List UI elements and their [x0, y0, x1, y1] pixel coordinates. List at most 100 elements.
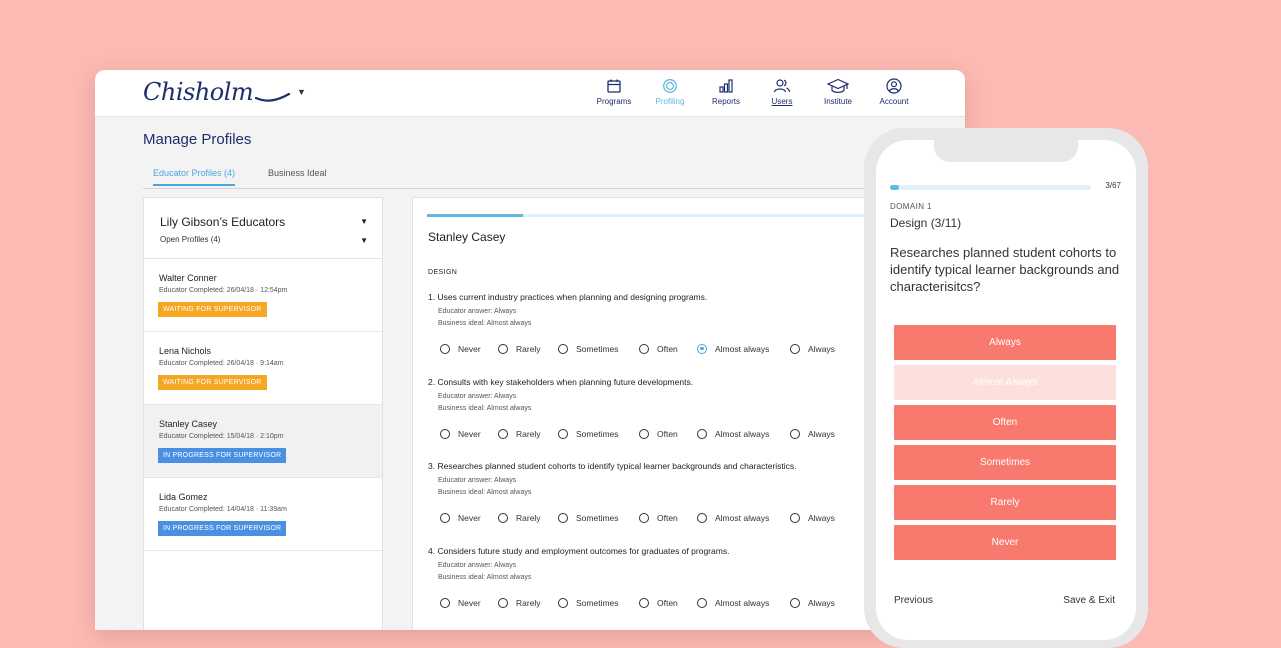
educator-item[interactable]: Lena Nichols Educator Completed: 26/04/1…	[144, 332, 382, 405]
educators-panel-header: Lily Gibson’s Educators ▼ Open Profiles …	[144, 198, 382, 259]
radio-icon	[639, 343, 649, 354]
radio-icon	[558, 512, 568, 523]
radio-icon	[498, 343, 508, 354]
option-always[interactable]: Always	[790, 597, 835, 609]
option-almost-always[interactable]: Almost always	[697, 597, 770, 609]
nav-reports-label: Reports	[711, 97, 740, 106]
radio-icon	[790, 512, 800, 523]
option-sometimes[interactable]: Sometimes	[558, 597, 619, 609]
educator-item[interactable]: Lida Gomez Educator Completed: 14/04/18 …	[144, 478, 382, 551]
calendar-icon	[607, 79, 621, 93]
logo-dropdown-caret-icon[interactable]: ▼	[297, 87, 306, 97]
option-sometimes[interactable]: Sometimes	[558, 343, 619, 355]
answer-rarely-button[interactable]: Rarely	[894, 485, 1116, 520]
option-label: Always	[808, 344, 835, 354]
radio-icon	[440, 512, 450, 523]
option-label: Often	[657, 513, 678, 523]
nav-institute[interactable]: Institute	[813, 78, 863, 106]
filter-dropdown-icon[interactable]: ▼	[360, 236, 368, 245]
educators-panel: Lily Gibson’s Educators ▼ Open Profiles …	[143, 197, 383, 630]
answer-sometimes-button[interactable]: Sometimes	[894, 445, 1116, 480]
option-rarely[interactable]: Rarely	[498, 597, 541, 609]
option-label: Sometimes	[576, 598, 619, 608]
logo-swoosh-icon	[255, 92, 291, 102]
option-label: Rarely	[516, 513, 541, 523]
option-often[interactable]: Often	[639, 428, 678, 440]
phone-notch	[934, 140, 1078, 162]
answer-almost-always-button[interactable]: Almost Always	[894, 365, 1116, 400]
option-sometimes[interactable]: Sometimes	[558, 428, 619, 440]
radio-icon	[558, 428, 568, 439]
nav-users[interactable]: Users	[757, 78, 807, 106]
radio-icon	[697, 512, 707, 523]
radio-icon	[697, 428, 707, 439]
option-often[interactable]: Often	[639, 597, 678, 609]
educator-name: Walter Conner	[159, 273, 217, 283]
option-label: Never	[458, 429, 481, 439]
phone-screen: 3/67 DOMAIN 1 Design (3/11) Researches p…	[876, 140, 1136, 640]
option-often[interactable]: Often	[639, 343, 678, 355]
nav-reports[interactable]: Reports	[701, 78, 751, 106]
nav-profiling[interactable]: Profiling	[645, 78, 695, 106]
users-icon	[773, 79, 791, 93]
option-label: Often	[657, 598, 678, 608]
option-never[interactable]: Never	[440, 597, 481, 609]
status-badge: WAITING FOR SUPERVISOR	[158, 375, 267, 390]
profile-name: Stanley Casey	[428, 230, 506, 244]
option-almost-always[interactable]: Almost always	[697, 428, 769, 440]
status-badge: IN PROGRESS FOR SUPERVISOR	[158, 448, 287, 463]
nav-account-label: Account	[879, 97, 909, 106]
option-label: Always	[808, 598, 835, 608]
answer-often-button[interactable]: Often	[894, 405, 1116, 440]
option-never[interactable]: Never	[440, 343, 481, 355]
radio-icon	[498, 428, 508, 439]
radio-icon	[440, 597, 450, 608]
option-often[interactable]: Often	[639, 512, 678, 524]
option-label: Almost always	[715, 598, 770, 608]
tab-educator-profiles[interactable]: Educator Profiles (4)	[153, 168, 236, 186]
radio-icon	[440, 428, 450, 439]
chisholm-logo[interactable]: Chisholm	[143, 78, 254, 106]
option-rarely[interactable]: Rarely	[498, 512, 541, 524]
desktop-window: Chisholm ▼ Programs Profiling Reports Us…	[95, 70, 965, 630]
option-label: Rarely	[516, 598, 541, 608]
nav-account[interactable]: Account	[869, 78, 919, 106]
option-almost-always[interactable]: Almost always	[697, 512, 769, 524]
save-exit-button[interactable]: Save & Exit	[1063, 595, 1115, 606]
radio-icon	[498, 597, 508, 608]
option-never[interactable]: Never	[440, 428, 481, 440]
educators-panel-title[interactable]: Lily Gibson’s Educators	[160, 215, 285, 229]
option-label: Never	[458, 513, 481, 523]
educator-name: Stanley Casey	[159, 419, 218, 429]
answer-never-button[interactable]: Never	[894, 525, 1116, 560]
option-rarely[interactable]: Rarely	[498, 343, 541, 355]
option-always[interactable]: Always	[790, 428, 835, 440]
radio-selected-icon	[697, 343, 707, 354]
option-always[interactable]: Always	[790, 512, 835, 524]
bar-chart-icon	[719, 79, 733, 93]
option-rarely[interactable]: Rarely	[498, 428, 541, 440]
radio-icon	[440, 343, 450, 354]
radio-icon	[790, 428, 800, 439]
nav-programs-label: Programs	[596, 97, 632, 106]
profile-progress-fill	[427, 214, 523, 217]
educators-dropdown-icon[interactable]: ▼	[360, 217, 368, 226]
graduation-cap-icon	[827, 78, 849, 93]
option-always[interactable]: Always	[790, 343, 835, 355]
educator-item[interactable]: Walter Conner Educator Completed: 26/04/…	[144, 259, 382, 332]
option-almost-always[interactable]: Almost always	[697, 343, 769, 355]
radio-icon	[639, 597, 649, 608]
main-nav: Programs Profiling Reports Users Institu…	[583, 78, 919, 106]
answer-always-button[interactable]: Always	[894, 325, 1116, 360]
educator-completed: Educator Completed: 26/04/18 · 12:54pm	[159, 287, 288, 294]
previous-button[interactable]: Previous	[894, 595, 933, 606]
option-never[interactable]: Never	[440, 512, 481, 524]
open-profiles-filter[interactable]: Open Profiles (4)	[160, 235, 220, 244]
educator-item-selected[interactable]: Stanley Casey Educator Completed: 15/04/…	[144, 405, 382, 478]
nav-programs[interactable]: Programs	[589, 78, 639, 106]
radio-icon	[639, 512, 649, 523]
tab-business-ideal[interactable]: Business Ideal	[268, 168, 327, 184]
option-label: Always	[808, 429, 835, 439]
option-sometimes[interactable]: Sometimes	[558, 512, 619, 524]
educator-name: Lena Nichols	[159, 346, 212, 356]
